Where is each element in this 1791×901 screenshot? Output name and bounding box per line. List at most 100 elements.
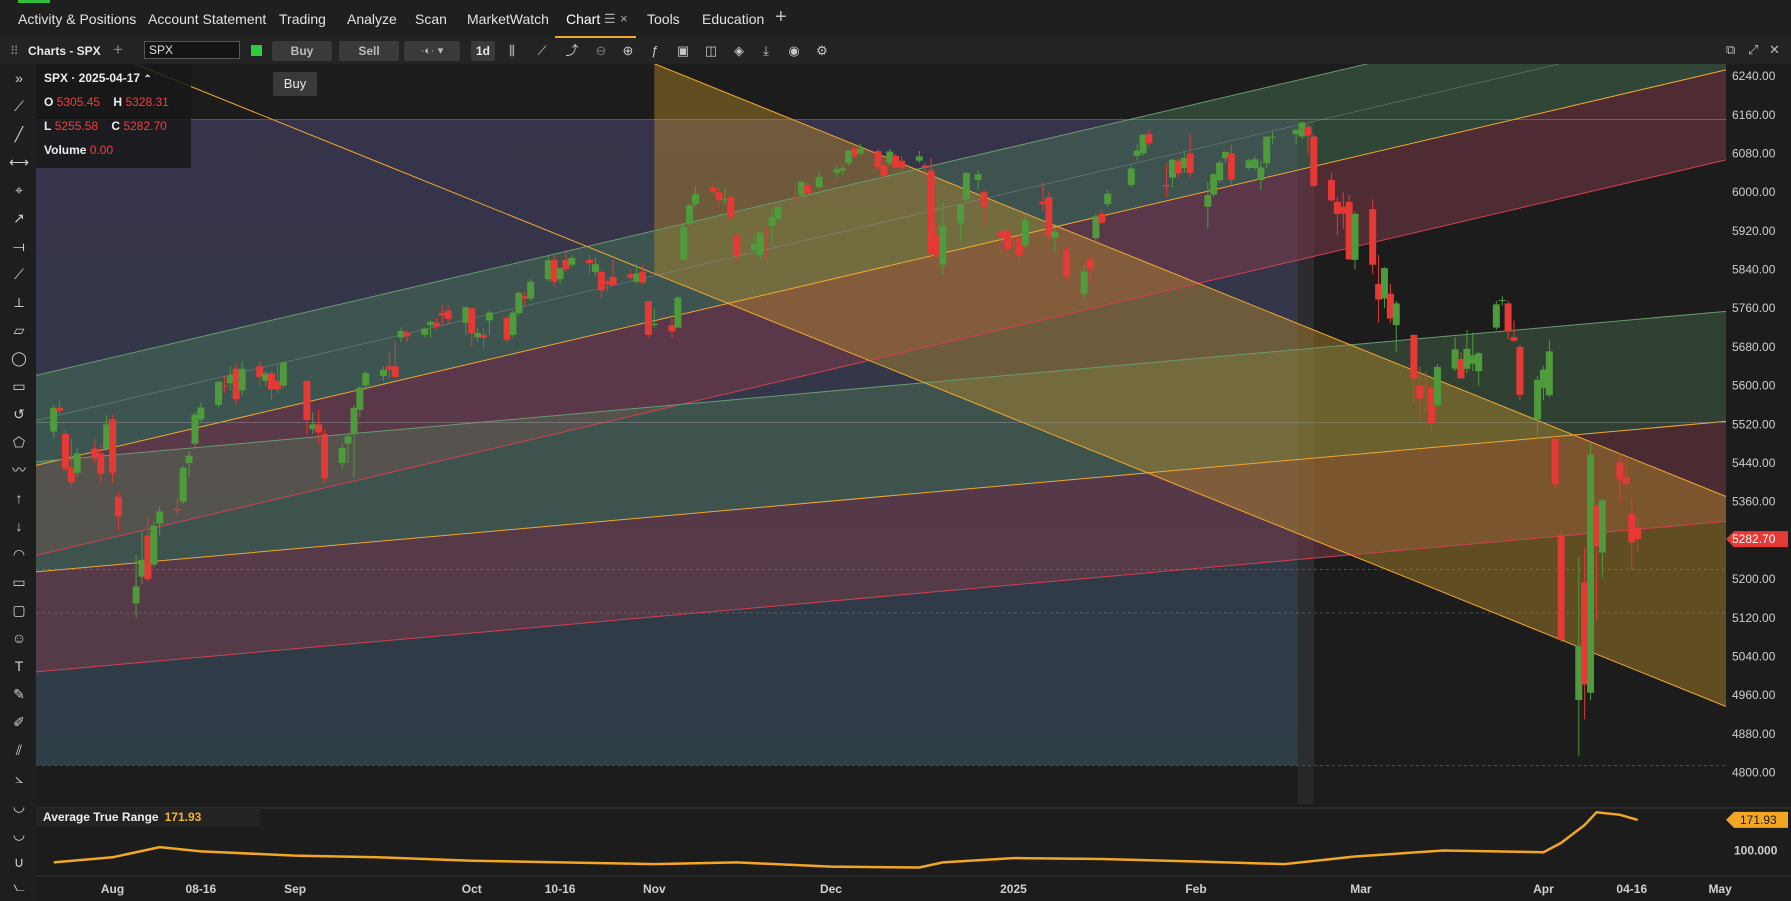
symbol-input[interactable] xyxy=(144,41,240,59)
close-tab-icon[interactable]: × xyxy=(620,11,628,26)
horizontal-line-icon[interactable]: ⟞ xyxy=(9,236,29,256)
parallelogram-icon[interactable]: ▱ xyxy=(9,320,29,340)
arc-icon[interactable]: ↺ xyxy=(9,404,29,424)
nav-account-statement[interactable]: Account Statement xyxy=(148,11,266,27)
candlestick-icon[interactable]: ⫼ xyxy=(503,42,521,60)
compare-icon[interactable]: ⤴ xyxy=(563,42,581,60)
candle xyxy=(803,184,811,194)
nav-trading[interactable]: Trading xyxy=(279,11,326,27)
measure-icon[interactable]: ⦦ xyxy=(9,876,29,896)
buy-tooltip: Buy xyxy=(273,72,317,96)
plus-icon[interactable]: + xyxy=(775,6,787,29)
trendline-icon[interactable]: ⟋ xyxy=(9,96,29,116)
sell-button[interactable]: Sell xyxy=(339,41,399,61)
maximize-icon[interactable]: ⤢ xyxy=(1748,42,1758,58)
studies-icon[interactable]: ƒ xyxy=(646,42,664,60)
layout-icon[interactable]: ◫ xyxy=(702,42,720,60)
candle xyxy=(1062,250,1070,276)
candle xyxy=(727,197,735,217)
candle xyxy=(921,165,929,168)
candle xyxy=(156,511,164,524)
curve-icon[interactable]: ◠ xyxy=(9,544,29,564)
magnet-icon[interactable]: ∪ xyxy=(9,852,29,872)
price-tick-label: 5200.00 xyxy=(1732,572,1776,586)
nav-tools[interactable]: Tools xyxy=(647,11,680,27)
time-tick-label: Dec xyxy=(820,882,842,896)
nav-activity-positions[interactable]: Activity & Positions xyxy=(18,11,136,27)
candle xyxy=(356,387,364,410)
atr-legend: Average True Range 171.93 xyxy=(36,808,260,826)
candle xyxy=(874,151,882,168)
nav-chart[interactable]: Chart xyxy=(566,11,600,27)
buy-button[interactable]: Buy xyxy=(272,41,332,61)
brush-icon[interactable]: ✎ xyxy=(9,684,29,704)
candle xyxy=(109,419,117,473)
candle xyxy=(1410,334,1418,379)
timeframe-button[interactable]: 1d xyxy=(471,41,495,61)
candle xyxy=(1127,168,1135,185)
candle xyxy=(338,448,346,464)
comment-icon[interactable]: ▢ xyxy=(9,600,29,620)
gear-icon[interactable]: ⚙ xyxy=(813,42,831,60)
arrow-line-icon[interactable]: ↗ xyxy=(9,208,29,228)
camera-icon[interactable]: ◉ xyxy=(785,42,803,60)
candle xyxy=(1598,500,1606,553)
drag-handle-icon[interactable]: ⠿ xyxy=(10,44,19,58)
download-icon[interactable]: ⤓ xyxy=(757,42,775,60)
candle xyxy=(1204,195,1212,207)
pattern-icon[interactable]: ▣ xyxy=(674,42,692,60)
candle xyxy=(974,174,982,181)
time-tick-label: Nov xyxy=(643,882,666,896)
top-navigation: Activity & Positions Account Statement T… xyxy=(0,0,1791,39)
wave-icon[interactable]: 〰 xyxy=(9,460,29,480)
arc-fan-icon[interactable]: ◡ xyxy=(9,824,29,844)
candle xyxy=(1227,153,1235,180)
candle xyxy=(1498,300,1506,302)
zoom-out-icon[interactable]: ⊖ xyxy=(592,42,610,60)
candle xyxy=(1416,385,1424,399)
gann-icon[interactable]: ⦣ xyxy=(9,768,29,788)
nav-education[interactable]: Education xyxy=(702,11,764,27)
price-tick-label: 6080.00 xyxy=(1732,146,1776,160)
close-icon[interactable]: ✕ xyxy=(1769,42,1780,58)
hamburger-icon[interactable]: ☰ xyxy=(604,11,616,27)
arrow-down-icon[interactable]: ↓ xyxy=(9,516,29,536)
arrow-up-icon[interactable]: ↑ xyxy=(9,488,29,508)
candle xyxy=(680,226,688,260)
candle xyxy=(485,312,493,321)
popout-icon[interactable]: ⧉ xyxy=(1726,42,1735,58)
atr-axis-label: 100.000 xyxy=(1734,844,1778,858)
polygon-icon[interactable]: ⬠ xyxy=(9,432,29,452)
text-icon[interactable]: T xyxy=(9,656,29,676)
smiley-icon[interactable]: ☺ xyxy=(9,628,29,648)
zoom-in-icon[interactable]: ⊕ xyxy=(619,42,637,60)
candle xyxy=(1545,351,1553,396)
candle xyxy=(362,373,370,386)
ellipse-icon[interactable]: ◯ xyxy=(9,348,29,368)
candle xyxy=(1616,462,1624,480)
style-selector[interactable]: ·◐· ▾ xyxy=(404,41,460,61)
candle xyxy=(856,148,864,154)
nav-scan[interactable]: Scan xyxy=(415,11,447,27)
add-chart-icon[interactable]: + xyxy=(113,40,123,60)
expand-icon[interactable]: » xyxy=(9,68,29,88)
price-chart[interactable]: 6240.00 6160.00 6080.00 6000.00 5920.00 5840.… xyxy=(36,64,1791,901)
draw-line-icon[interactable]: ⟋ xyxy=(533,42,551,60)
eraser-icon[interactable]: ✐ xyxy=(9,712,29,732)
fan-icon[interactable]: ◡ xyxy=(9,796,29,816)
ohlc-header[interactable]: SPX · 2025-04-17 ⌃ xyxy=(44,71,152,85)
link-color-indicator[interactable] xyxy=(251,45,262,56)
fibonacci-icon[interactable]: ⌖ xyxy=(9,180,29,200)
vertical-line-icon[interactable]: ⟂ xyxy=(9,292,29,312)
callout-icon[interactable]: ▭ xyxy=(9,572,29,592)
nav-analyze[interactable]: Analyze xyxy=(347,11,397,27)
layers-icon[interactable]: ◈ xyxy=(730,42,748,60)
candle xyxy=(220,385,228,387)
pitchfork-icon[interactable]: ⫽ xyxy=(9,740,29,760)
rectangle-icon[interactable]: ▭ xyxy=(9,376,29,396)
nav-marketwatch[interactable]: MarketWatch xyxy=(467,11,549,27)
pencil-line-icon[interactable]: ⟋ xyxy=(9,264,29,284)
time-tick-label: Sep xyxy=(284,882,306,896)
extended-line-icon[interactable]: ⟷ xyxy=(9,152,29,172)
ray-icon[interactable]: ╱ xyxy=(9,124,29,144)
